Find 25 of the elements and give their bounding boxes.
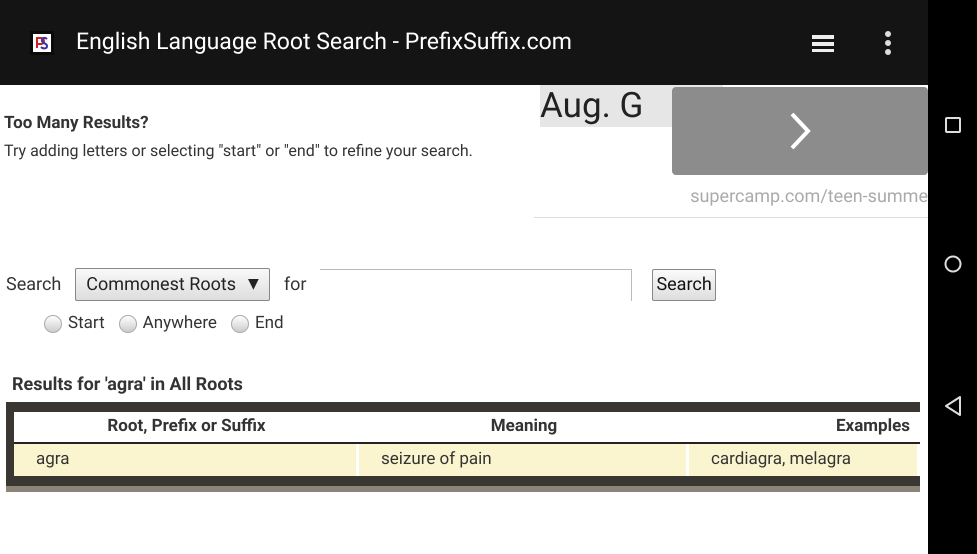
table-cell: agra <box>14 444 359 476</box>
window-title: English Language Root Search - PrefixSuffix.com <box>76 27 573 58</box>
radio-button[interactable] <box>44 314 62 333</box>
search-label: Search <box>6 273 62 297</box>
notice-text: Try adding letters or selecting "start" or "end" to refine your search. <box>4 140 474 162</box>
back-icon[interactable] <box>944 395 962 417</box>
radio-label: Anywhere <box>142 312 217 335</box>
search-field[interactable] <box>320 268 632 300</box>
ad-url: supercamp.com/teen-summe <box>690 185 928 209</box>
table-cell: cardiagra, melagra <box>689 444 920 476</box>
radio-label: Start <box>68 312 105 335</box>
recents-icon[interactable] <box>944 117 960 133</box>
search-button[interactable]: Search <box>652 268 716 300</box>
results-title: Results for 'agra' in All Roots <box>12 372 244 396</box>
for-label: for <box>284 273 306 297</box>
more-menu-icon[interactable] <box>884 30 892 56</box>
notice-heading: Too Many Results? <box>4 112 150 135</box>
radio-button[interactable] <box>118 314 137 333</box>
radio-label: End <box>254 312 284 335</box>
table-cell: seizure of pain <box>359 444 689 476</box>
home-icon[interactable] <box>944 255 962 273</box>
site-logo-icon <box>30 30 54 54</box>
chevron-right-icon <box>789 111 811 151</box>
root-type-dropdown[interactable]: Commonest Roots ▼ <box>75 268 270 301</box>
radio-button[interactable] <box>230 314 249 333</box>
